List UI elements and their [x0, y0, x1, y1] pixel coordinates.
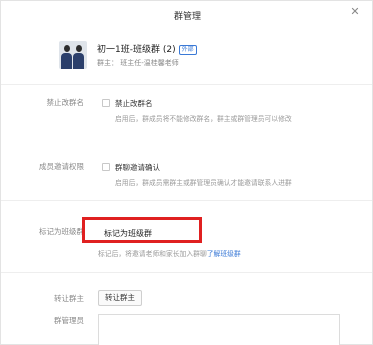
group-management-dialog: 群管理 ✕ 初一1班-班级群 (2) 外部 群主： 班主任-温桂馨老师 禁止改群名…	[0, 0, 373, 345]
divider	[1, 272, 372, 273]
mark-class-group-button[interactable]: 标记为班级群	[104, 228, 152, 239]
external-tag: 外部	[178, 45, 197, 55]
rename-checkbox[interactable]	[102, 99, 110, 107]
divider	[1, 84, 372, 85]
rename-description: 启用后，群成员将不能修改群名，群主或群管理员可以修改	[115, 115, 292, 123]
transfer-owner-label: 转让群主	[54, 294, 84, 303]
transfer-owner-button[interactable]: 转让群主	[98, 290, 142, 306]
invite-confirm-checkbox[interactable]	[102, 163, 110, 171]
avatar-person-left	[61, 45, 72, 69]
mark-setting-label: 标记为班级群	[39, 227, 84, 236]
mark-description: 标记后，将邀请老师和家长加入群聊了解班级群	[98, 248, 241, 258]
admins-label: 群管理员	[54, 316, 84, 325]
group-name-text: 初一1班-班级群 (2)	[97, 45, 176, 55]
divider	[1, 200, 372, 201]
learn-class-group-link[interactable]: 了解班级群	[207, 250, 241, 258]
group-owner: 群主： 班主任-温桂馨老师	[97, 59, 179, 67]
dialog-title: 群管理	[173, 12, 201, 22]
invite-description: 启用后，群成员需群主或群管理员确认才能邀请联系人进群	[115, 179, 292, 187]
close-icon[interactable]: ✕	[348, 5, 362, 19]
mark-description-text: 标记后，将邀请老师和家长加入群聊	[98, 250, 207, 258]
avatar-person-right	[73, 45, 84, 69]
invite-option-label[interactable]: 群聊邀请确认	[115, 162, 160, 173]
invite-setting-label: 成员邀请权限	[39, 162, 84, 171]
admins-list-box[interactable]	[98, 314, 340, 345]
rename-option-label[interactable]: 禁止改群名	[115, 98, 153, 109]
group-avatar-icon	[59, 41, 87, 69]
rename-setting-label: 禁止改群名	[46, 98, 85, 107]
group-name: 初一1班-班级群 (2) 外部	[97, 42, 197, 55]
